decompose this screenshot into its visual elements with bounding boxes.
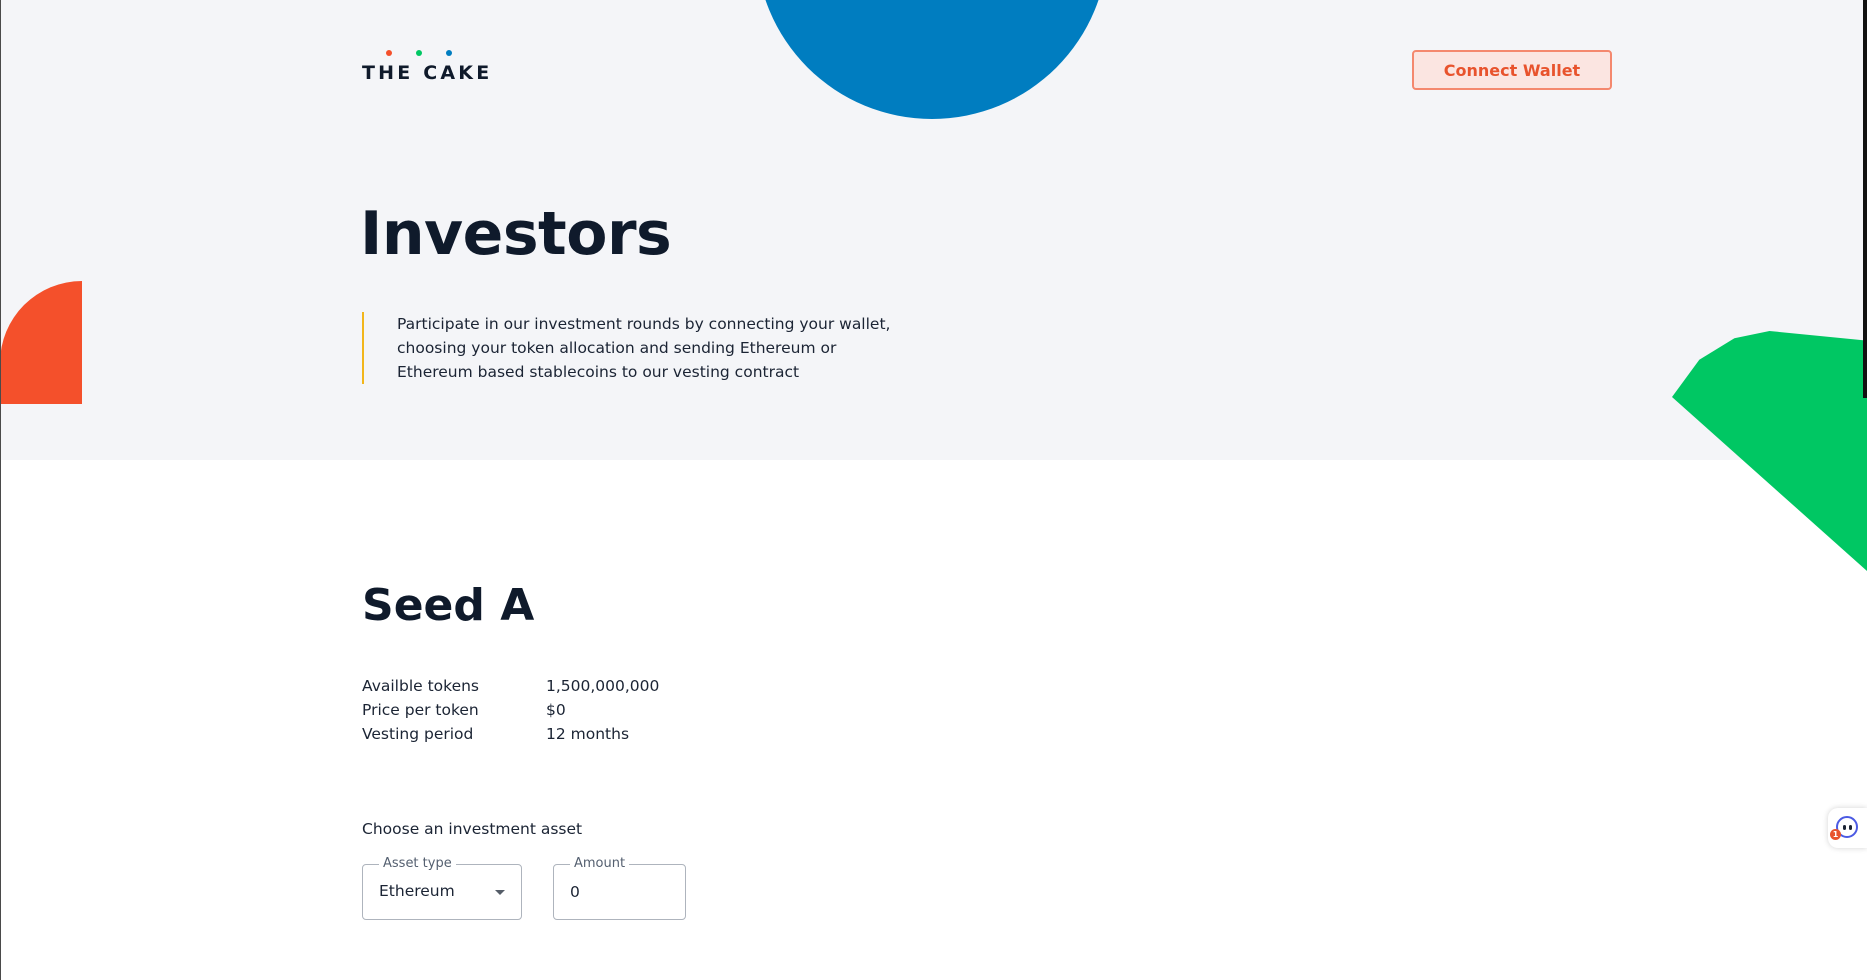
- page-title: Investors: [360, 199, 672, 269]
- logo[interactable]: THE CAKE: [362, 46, 489, 86]
- choose-asset-label: Choose an investment asset: [362, 820, 583, 838]
- detail-label: Price per token: [362, 701, 479, 719]
- logo-dot-orange: [386, 50, 392, 56]
- investors-page: THE CAKE Connect Wallet Investors Partic…: [0, 0, 1867, 980]
- asset-type-label: Asset type: [379, 856, 456, 872]
- chevron-down-icon[interactable]: [495, 890, 505, 895]
- logo-dots-icon: [362, 50, 484, 56]
- detail-row-vesting-period: Vesting period 12 months: [362, 722, 659, 746]
- detail-row-available-tokens: Availble tokens 1,500,000,000: [362, 674, 659, 698]
- detail-value: 1,500,000,000: [546, 677, 660, 695]
- left-window-edge: [0, 0, 1, 980]
- asset-type-value: Ethereum: [379, 882, 455, 900]
- detail-label: Availble tokens: [362, 677, 480, 695]
- intro-line: Ethereum based stablecoins to our vestin…: [397, 363, 800, 381]
- round-title: Seed A: [362, 580, 535, 631]
- amount-input[interactable]: [570, 880, 670, 904]
- intro-line: Participate in our investment rounds by …: [397, 315, 891, 333]
- chat-widget-button[interactable]: 1: [1828, 808, 1867, 848]
- detail-value: $0: [546, 701, 566, 719]
- intro-line: choosing your token allocation and sendi…: [397, 339, 837, 357]
- asset-type-select[interactable]: Asset type Ethereum: [362, 856, 522, 920]
- logo-text: THE CAKE: [362, 62, 493, 84]
- connect-wallet-button[interactable]: Connect Wallet: [1412, 50, 1612, 90]
- amount-field[interactable]: Amount: [553, 856, 686, 920]
- detail-label: Vesting period: [362, 725, 474, 743]
- logo-dot-green: [416, 50, 422, 56]
- round-details: Availble tokens 1,500,000,000 Price per …: [362, 674, 659, 746]
- amount-label: Amount: [570, 856, 630, 872]
- intro-quote: Participate in our investment rounds by …: [362, 312, 891, 384]
- detail-row-price-per-token: Price per token $0: [362, 698, 659, 722]
- logo-dot-blue: [446, 50, 452, 56]
- scrollbar[interactable]: [1863, 0, 1867, 398]
- notification-badge: 1: [1830, 829, 1841, 840]
- detail-value: 12 months: [546, 725, 630, 743]
